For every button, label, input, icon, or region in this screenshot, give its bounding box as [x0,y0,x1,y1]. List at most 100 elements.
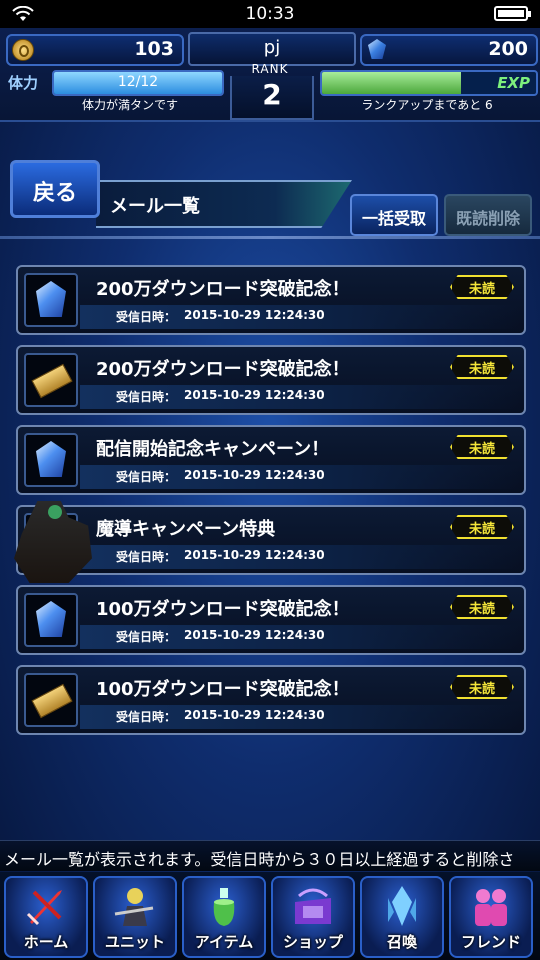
gil-counter: 103 [6,34,184,66]
back-button-label: 戻る [32,181,77,206]
unread-badge-label: 未読 [468,522,495,537]
nav-item-label: 召喚 [386,933,417,951]
player-header: 103 pj 200 体力 12/12 体力が満タンです RANK 2 EXP … [0,28,540,122]
exp-bar: EXP [320,70,538,96]
mail-item[interactable]: 配信開始記念キャンペーン！ 受信日時： 2015-10-29 12:24:30 未読 [16,425,526,495]
unit-icon [113,884,157,928]
mail-thumbnail [24,593,78,647]
mail-item[interactable]: 200万ダウンロード突破記念！ 受信日時： 2015-10-29 12:24:30 未… [16,265,526,335]
unread-badge: 未読 [450,675,514,699]
nav-item-label: フレンド [460,933,521,951]
mail-thumbnail [24,673,78,727]
received-date: 2015-10-29 12:24:30 [184,628,325,642]
received-date-label: 受信日時： [116,630,177,644]
nav-item-friend[interactable]: フレンド [449,876,533,958]
nav-item-item[interactable]: アイテム [182,876,266,958]
received-date: 2015-10-29 12:24:30 [184,468,325,482]
mail-item[interactable]: 200万ダウンロード突破記念！ 受信日時： 2015-10-29 12:24:30 未… [16,345,526,415]
mail-title: 100万ダウンロード突破記念！ [96,599,350,620]
exp-bar-fill [322,72,462,94]
gem-icon [36,281,66,317]
delete-read-label: 既読削除 [455,209,520,228]
gem-icon [36,441,66,477]
unread-badge: 未読 [450,515,514,539]
received-date-label: 受信日時： [116,470,177,484]
mail-title: 魔導キャンペーン特典 [96,519,276,540]
unread-badge-label: 未読 [468,362,495,377]
nav-item-label: ホーム [23,933,69,951]
unread-badge-label: 未読 [468,442,495,457]
stamina-bar: 12/12 [52,70,224,96]
mail-thumbnail [14,501,92,583]
mail-item[interactable]: 100万ダウンロード突破記念！ 受信日時： 2015-10-29 12:24:30 未… [16,665,526,735]
rank-value: 2 [262,78,282,111]
nav-item-label: ショップ [282,933,343,951]
stamina-label: 体力 [8,74,39,92]
nav-item-label: アイテム [194,933,254,951]
delete-read-button[interactable]: 既読削除 [444,194,532,236]
player-name: pj [263,37,281,58]
back-button[interactable]: 戻る [10,160,100,218]
mail-thumbnail [24,433,78,487]
bottom-nav: ホーム ユニット アイテム ショップ 召喚 フレンド [0,872,540,960]
gem-value: 200 [488,38,528,60]
friend-icon [469,884,513,928]
received-date: 2015-10-29 12:24:30 [184,548,325,562]
mail-item[interactable]: 100万ダウンロード突破記念！ 受信日時： 2015-10-29 12:24:30 未… [16,585,526,655]
exp-note: ランクアップまであと 6 [361,98,493,112]
divider [0,236,540,239]
received-date-label: 受信日時： [116,310,177,324]
mail-title: 200万ダウンロード突破記念！ [96,359,350,380]
gil-coin-icon [12,39,34,61]
mail-title: 200万ダウンロード突破記念！ [96,279,350,300]
nav-item-unit[interactable]: ユニット [93,876,177,958]
info-ticker: メール一覧が表示されます。受信日時から３０日以上経過すると削除さ [0,840,540,871]
crystal-icon [380,884,424,928]
received-date: 2015-10-29 12:24:30 [184,708,325,722]
mail-item[interactable]: 魔導キャンペーン特典受信日時： 2015-10-29 12:24:30 未読 [14,501,526,583]
unread-badge: 未読 [450,595,514,619]
rank-label: RANK [251,62,289,76]
received-date: 2015-10-29 12:24:30 [184,308,325,322]
unread-badge: 未読 [450,435,514,459]
rank-box: 2 [230,76,314,120]
battery-icon [494,6,531,21]
stamina-note: 体力が満タンです [81,98,178,112]
received-date-label: 受信日時： [116,390,177,404]
stamina-value: 12/12 [117,74,159,90]
received-date-label: 受信日時： [116,550,177,564]
status-bar: 10:33 [0,0,540,28]
player-name-plate: pj [188,32,356,66]
unread-badge-label: 未読 [468,282,495,297]
exp-label: EXP [497,74,530,92]
page-title: メール一覧 [110,196,200,217]
ticket-icon [31,683,73,719]
bulk-receive-button[interactable]: 一括受取 [350,194,438,236]
character-icon [14,501,92,583]
gem-icon [368,39,386,59]
unread-badge: 未読 [450,275,514,299]
unread-badge: 未読 [450,355,514,379]
nav-item-shop[interactable]: ショップ [271,876,355,958]
unread-badge-label: 未読 [468,602,495,617]
nav-item-summon[interactable]: 召喚 [360,876,444,958]
nav-item-home[interactable]: ホーム [4,876,88,958]
mail-title: 配信開始記念キャンペーン！ [96,439,330,460]
mail-thumbnail [24,353,78,407]
sword-icon [24,884,68,928]
potion-icon [202,884,246,928]
gem-icon [36,601,66,637]
gem-counter: 200 [360,34,538,66]
unread-badge-label: 未読 [468,682,495,697]
ticket-icon [31,363,73,399]
shop-icon [291,884,335,928]
gil-value: 103 [134,38,174,60]
mail-title: 100万ダウンロード突破記念！ [96,679,350,700]
page-title-bar: メール一覧 [96,180,352,228]
received-date-label: 受信日時： [116,710,177,724]
info-ticker-text: メール一覧が表示されます。受信日時から３０日以上経過すると削除さ [4,850,515,869]
nav-item-label: ユニット [104,933,165,951]
bulk-receive-label: 一括受取 [361,209,426,228]
clock: 10:33 [245,4,295,24]
received-date: 2015-10-29 12:24:30 [184,388,325,402]
